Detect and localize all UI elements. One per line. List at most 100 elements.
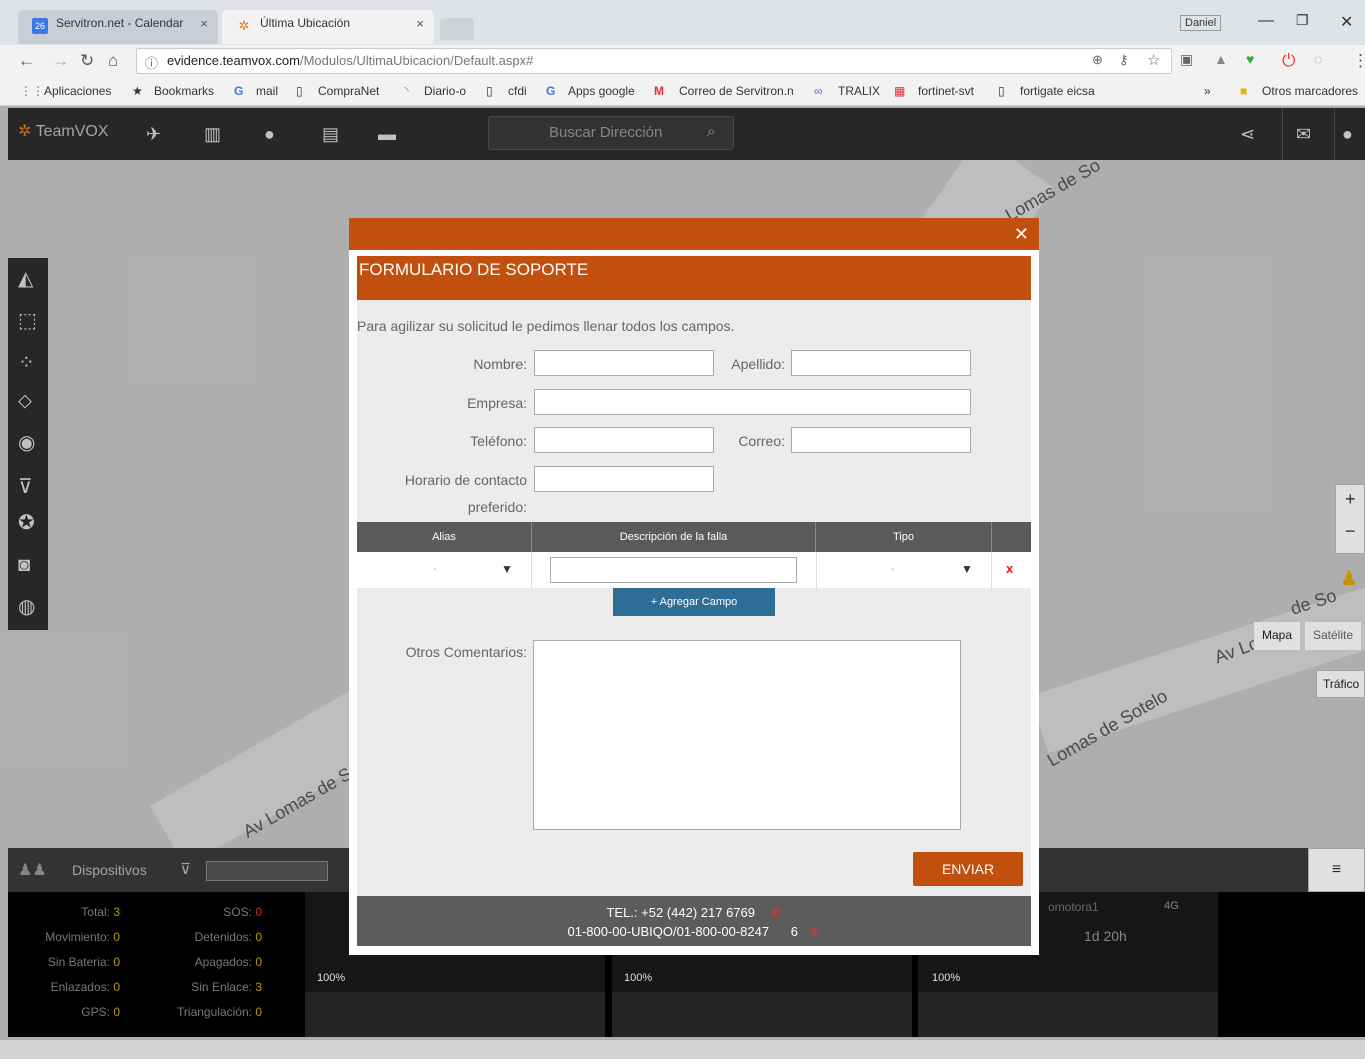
url-path: /Modulos/UltimaUbicacion/Default.aspx#	[299, 53, 534, 68]
horario-label-2: preferido:	[467, 499, 527, 515]
extension-shield-icon[interactable]: ♥	[1246, 51, 1254, 67]
profile-name[interactable]: Daniel	[1180, 15, 1222, 31]
add-field-button[interactable]: + Agregar Campo	[613, 588, 775, 616]
back-icon[interactable]: ←	[18, 51, 35, 71]
footer-toll-free: 01-800-00-UBIQO/01-800-00-8247	[567, 924, 770, 939]
tralix-icon: ∞	[814, 84, 823, 98]
page-icon: ▯	[486, 84, 493, 98]
chevron-down-icon: ▼	[501, 562, 513, 576]
extension-circle-icon[interactable]: ◌	[1314, 51, 1322, 67]
issues-table-row: - ▼ - ▼ x	[357, 552, 1031, 588]
bookmark-tralix[interactable]: TRALIX	[838, 84, 880, 98]
telefono-label: Teléfono:	[470, 433, 527, 449]
form-title: FORMULARIO DE SOPORTE	[357, 256, 1031, 300]
bookmark-compranet[interactable]: CompraNet	[318, 84, 379, 98]
apps-icon: ⋮⋮	[20, 84, 44, 98]
phone-icon: ✆	[809, 924, 821, 939]
form-intro: Para agilizar su solicitud le pedimos ll…	[357, 318, 735, 334]
star-icon[interactable]: ☆	[1147, 51, 1160, 69]
more-bookmarks-icon[interactable]: »	[1204, 84, 1211, 98]
bookmarks-bar: ⋮⋮ Aplicaciones ★ Bookmarks G mail ▯ Com…	[0, 77, 1365, 106]
bookmark-fortigate[interactable]: fortigate eicsa	[1020, 84, 1095, 98]
close-icon[interactable]: ✕	[1014, 224, 1029, 245]
empresa-label: Empresa:	[467, 395, 527, 411]
browser-tab-bar: 26 Servitron.net - Calendar × ✲ Última U…	[0, 0, 1365, 45]
bookmark-bookmarks[interactable]: Bookmarks	[154, 84, 214, 98]
zoom-icon[interactable]: ⊕	[1092, 52, 1103, 68]
nombre-label: Nombre:	[473, 356, 527, 372]
footer-suffix: 6	[790, 924, 798, 939]
restore-icon[interactable]: ❐	[1296, 12, 1309, 29]
close-icon[interactable]: ×	[416, 16, 424, 31]
google-icon: G	[546, 84, 556, 98]
remove-row-icon[interactable]: x	[1006, 561, 1013, 576]
col-descripcion: Descripción de la falla	[532, 522, 816, 552]
close-icon[interactable]: ×	[200, 16, 208, 31]
teamvox-favicon-icon: ✲	[238, 18, 250, 33]
extension-cast-icon[interactable]: ▣	[1180, 51, 1193, 68]
info-icon[interactable]: ⓘ	[145, 53, 158, 72]
issues-table-header: Alias Descripción de la falla Tipo	[357, 522, 1031, 552]
horario-label: Horario de contacto	[404, 472, 527, 488]
bookmark-diario[interactable]: Diario-o	[424, 84, 466, 98]
menu-icon[interactable]: ⋮	[1352, 51, 1365, 71]
correo-label: Correo:	[738, 433, 785, 449]
bookmark-fortinet[interactable]: fortinet-svt	[918, 84, 974, 98]
folder-icon: ■	[1240, 84, 1248, 98]
tab-label: Servitron.net - Calendar	[56, 16, 184, 30]
address-bar-row: ← → ↻ ⌂ ⓘ evidence.teamvox.com/Modulos/U…	[0, 45, 1365, 77]
comments-label: Otros Comentarios:	[405, 644, 527, 660]
nombre-input[interactable]	[534, 350, 714, 376]
footer-tel: TEL.: +52 (442) 217 6769	[606, 905, 755, 920]
apellido-label: Apellido:	[731, 356, 785, 372]
forward-icon[interactable]: →	[52, 51, 69, 71]
support-modal: ✕ FORMULARIO DE SOPORTE Para agilizar su…	[349, 218, 1039, 955]
gmail-icon: M	[654, 84, 664, 98]
rss-icon: ◝	[404, 84, 409, 98]
url-input[interactable]: ⓘ evidence.teamvox.com/Modulos/UltimaUbi…	[136, 48, 1172, 74]
bookmark-cfdi[interactable]: cfdi	[508, 84, 527, 98]
descripcion-input[interactable]	[550, 557, 797, 583]
apellido-input[interactable]	[791, 350, 971, 376]
col-tipo: Tipo	[816, 522, 992, 552]
new-tab-button[interactable]	[440, 18, 474, 40]
phone-icon: ✆	[770, 905, 782, 920]
chevron-down-icon: ▼	[961, 562, 973, 576]
support-footer: TEL.: +52 (442) 217 6769 ✆ 01-800-00-UBI…	[357, 896, 1031, 946]
key-icon[interactable]: ⚷	[1119, 52, 1129, 68]
power-icon[interactable]: ⏻	[1282, 51, 1295, 71]
bookmark-correo[interactable]: Correo de Servitron.n	[679, 84, 794, 98]
alias-select[interactable]: - ▼	[357, 552, 532, 588]
modal-header: ✕	[349, 218, 1039, 250]
google-icon: G	[234, 84, 244, 98]
empresa-input[interactable]	[534, 389, 971, 415]
alias-value: -	[433, 564, 437, 575]
bookmark-apps-google[interactable]: Apps google	[568, 84, 635, 98]
home-icon[interactable]: ⌂	[108, 51, 118, 71]
telefono-input[interactable]	[534, 427, 714, 453]
bookmark-otros[interactable]: Otros marcadores	[1262, 84, 1358, 98]
comments-textarea[interactable]	[533, 640, 961, 830]
calendar-icon: 26	[32, 18, 48, 34]
support-form: FORMULARIO DE SOPORTE Para agilizar su s…	[357, 256, 1031, 906]
url-host: evidence.teamvox.com	[167, 53, 300, 68]
fortinet-icon: ▦	[894, 84, 906, 98]
col-alias: Alias	[357, 522, 532, 552]
tab-calendar[interactable]: 26 Servitron.net - Calendar ×	[18, 10, 218, 44]
page-icon: ▯	[296, 84, 303, 98]
tipo-value: -	[891, 564, 895, 575]
bookmark-mail[interactable]: mail	[256, 84, 278, 98]
tipo-select[interactable]: - ▼	[816, 552, 992, 588]
page-icon: ▯	[998, 84, 1005, 98]
window-close-icon[interactable]: ✕	[1340, 12, 1353, 32]
tab-label: Última Ubicación	[260, 16, 351, 30]
minimize-icon[interactable]: —	[1258, 12, 1274, 30]
send-button[interactable]: ENVIAR	[913, 852, 1023, 886]
reload-icon[interactable]: ↻	[80, 51, 94, 71]
extension-drive-icon[interactable]: ▲	[1214, 51, 1228, 67]
correo-input[interactable]	[791, 427, 971, 453]
bookmark-aplicaciones[interactable]: Aplicaciones	[44, 84, 111, 98]
tab-ultima-ubicacion[interactable]: ✲ Última Ubicación ×	[222, 10, 434, 44]
star-icon: ★	[132, 84, 143, 98]
horario-input[interactable]	[534, 466, 714, 492]
